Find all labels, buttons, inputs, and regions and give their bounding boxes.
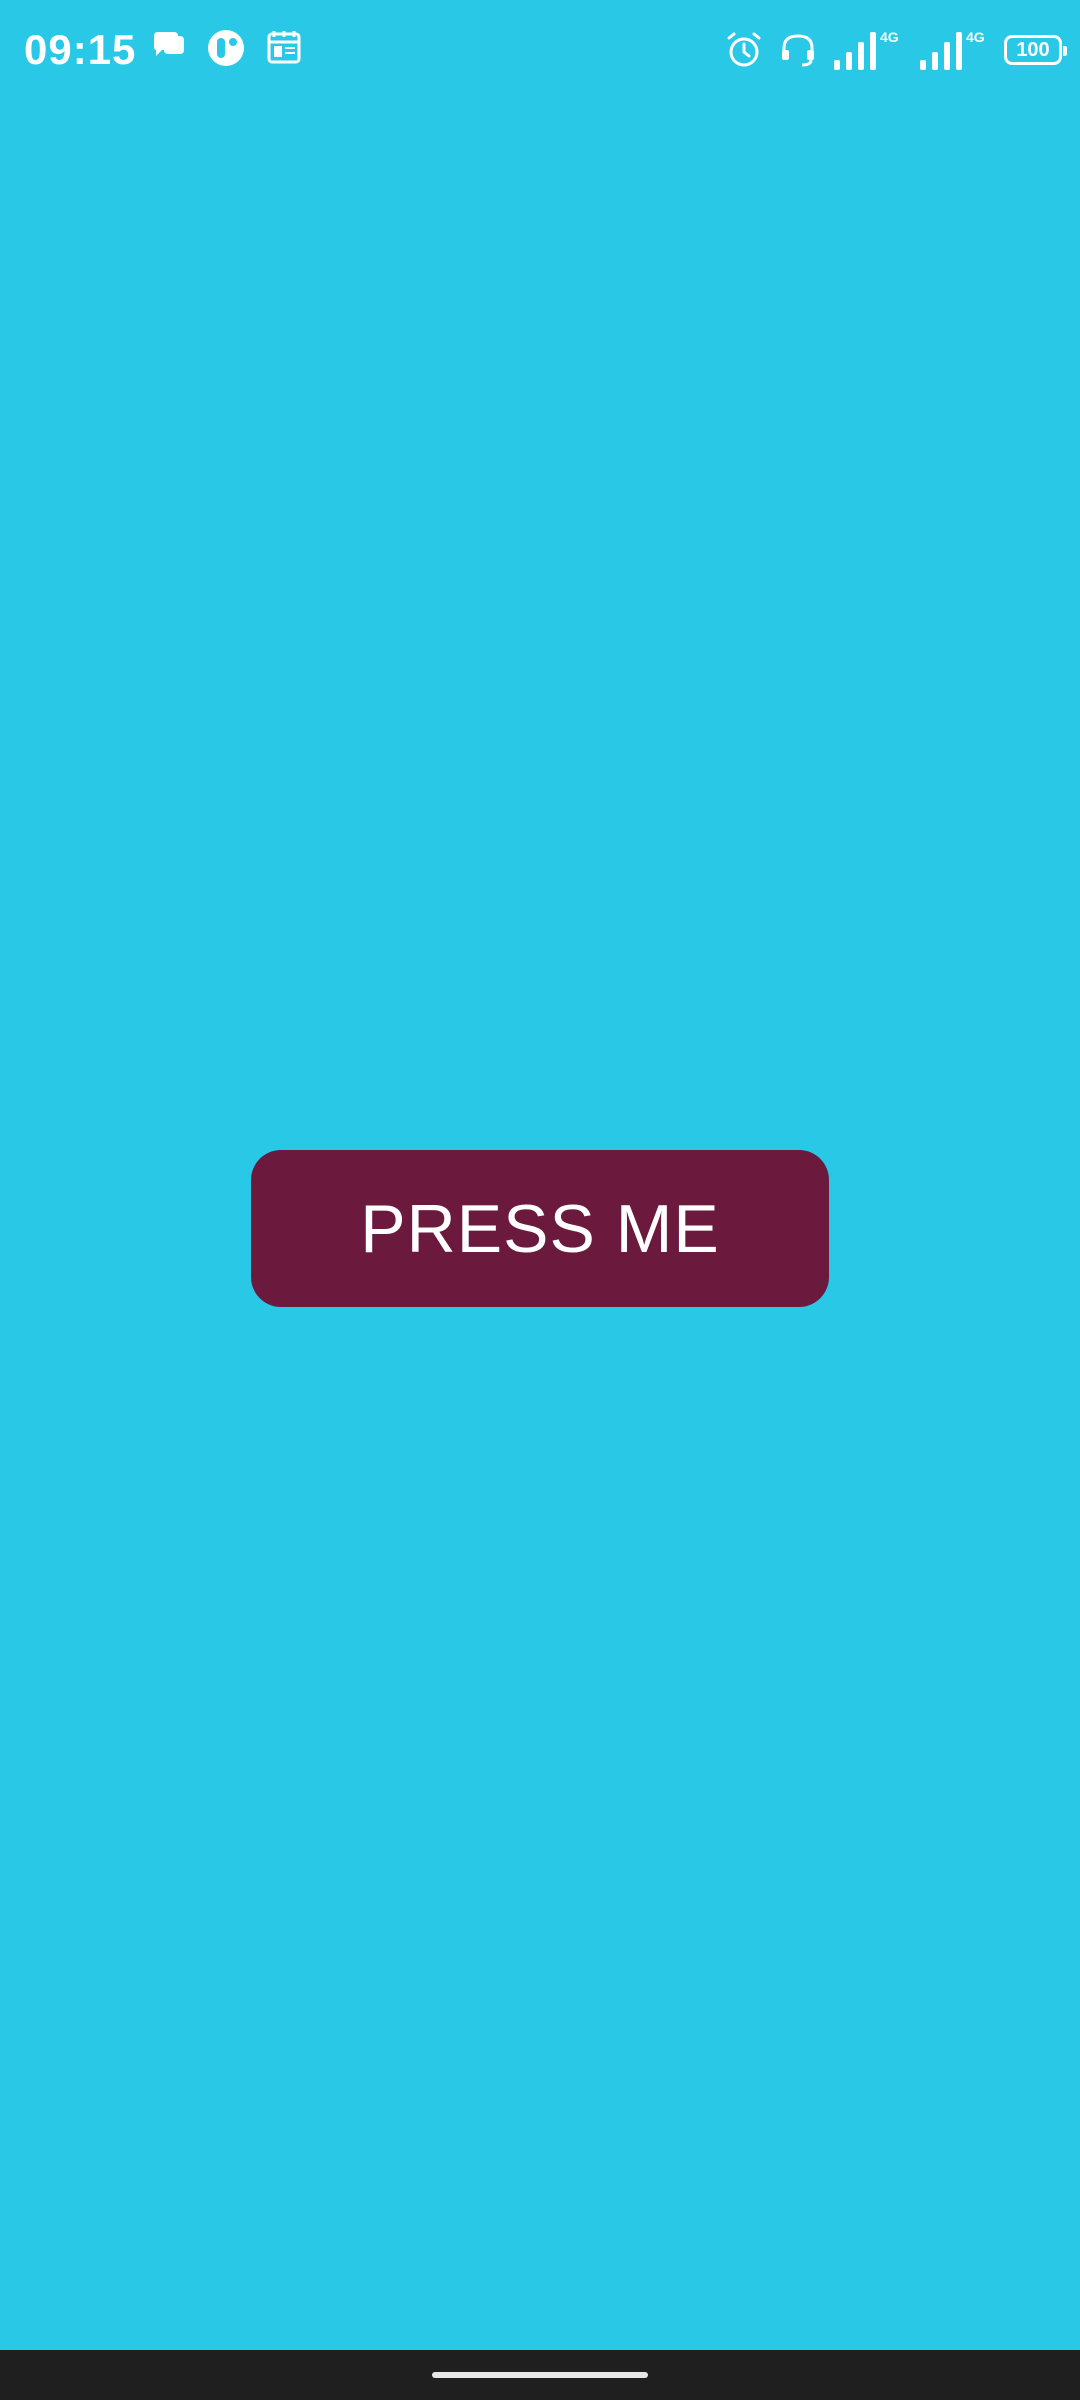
battery-level: 100	[1016, 38, 1050, 61]
navigation-bar	[0, 2350, 1080, 2400]
headset-icon	[778, 30, 818, 70]
signal-icon: 4G	[832, 28, 904, 72]
press-me-button[interactable]: PRESS ME	[251, 1150, 829, 1307]
home-indicator[interactable]	[432, 2372, 648, 2378]
network-type-label: 4G	[880, 29, 899, 45]
signal-icon: 4G	[918, 28, 990, 72]
status-right-icons: 4G 4G 100	[724, 28, 1067, 72]
main-content: PRESS ME	[0, 110, 1080, 2350]
chat-bubble-icon	[148, 28, 188, 68]
calendar-icon	[264, 28, 304, 68]
status-left-icons	[148, 28, 304, 68]
status-time: 09:15	[24, 26, 137, 73]
network-type-label: 4G	[966, 29, 985, 45]
battery-icon: 100	[1004, 35, 1067, 65]
alarm-icon	[724, 30, 764, 70]
app-circle-icon	[206, 28, 246, 68]
status-bar: 09:15 4G 4G 100	[0, 0, 1080, 110]
